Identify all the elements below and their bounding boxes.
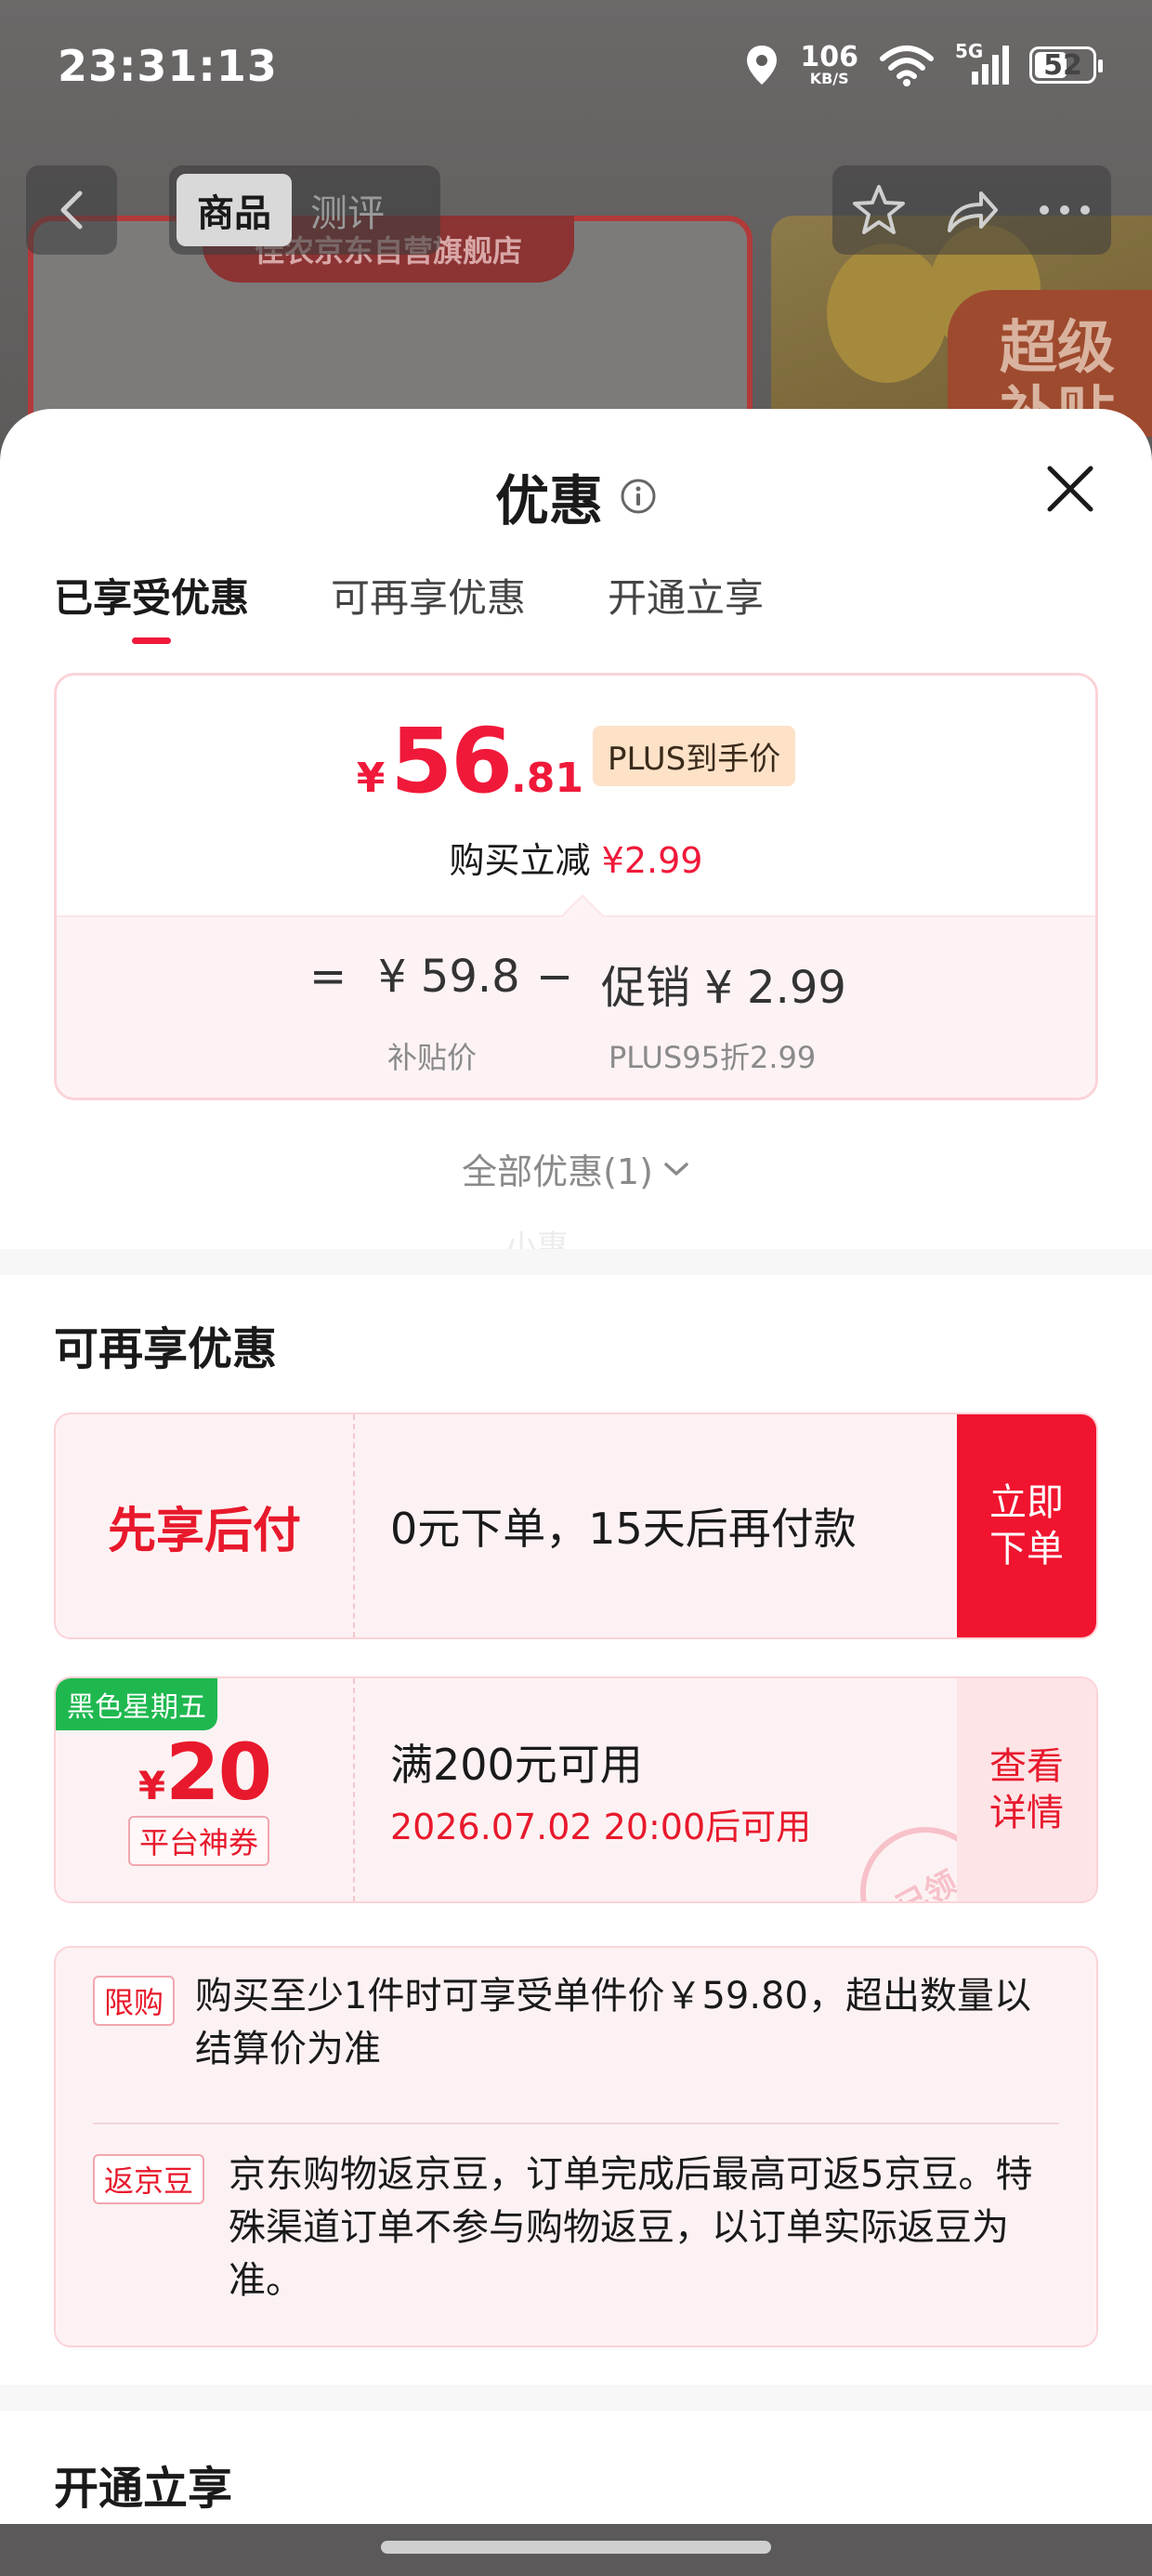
view-details-button[interactable]: 查看详情 bbox=[957, 1678, 1096, 1901]
view-details-label: 查看详情 bbox=[989, 1745, 1064, 1834]
price-decimal: .81 bbox=[511, 755, 583, 802]
price-currency: ¥ bbox=[356, 755, 386, 802]
plus-price-tag: PLUS到手价 bbox=[592, 725, 796, 786]
all-offers-toggle[interactable]: 全部优惠(1) bbox=[0, 1143, 1152, 1194]
instant-reduction: 购买立减 ¥2.99 bbox=[57, 832, 1095, 883]
share-icon[interactable] bbox=[944, 184, 1000, 236]
offer-tabs: 已享受优惠 可再享优惠 开通立享 bbox=[54, 567, 764, 644]
section-divider bbox=[0, 2385, 1152, 2411]
net-speed-unit: KB/S bbox=[809, 70, 849, 87]
chevron-down-icon bbox=[664, 1162, 688, 1176]
order-now-button[interactable]: 立即下单 bbox=[957, 1414, 1096, 1637]
product-tabs: 商品 测评 bbox=[169, 165, 440, 255]
coupon-amount: ¥20 bbox=[56, 1727, 353, 1818]
tab-review[interactable]: 测评 bbox=[310, 183, 385, 237]
rule-divider bbox=[93, 2123, 1059, 2124]
coupon-currency: ¥ bbox=[137, 1763, 166, 1808]
final-price-area: ¥ 56 .81 PLUS到手价 购买立减 ¥2.99 bbox=[57, 676, 1095, 915]
reduction-value: ¥2.99 bbox=[601, 840, 703, 881]
platform-coupon: 黑色星期五 ¥20 平台神券 满200元可用 2026.07.02 20:00后… bbox=[54, 1676, 1098, 1903]
section-divider bbox=[0, 1249, 1152, 1275]
price-breakdown-card: ¥ 56 .81 PLUS到手价 购买立减 ¥2.99 = ¥ 59.8 − 促… bbox=[54, 673, 1098, 1100]
limit-badge: 限购 bbox=[93, 1976, 176, 2026]
tab-product[interactable]: 商品 bbox=[177, 174, 292, 246]
battery-icon: 52 bbox=[1029, 46, 1103, 84]
jd-bean-rule: 返京豆 京东购物返京豆，订单完成后最高可返5京豆。特殊渠道订单不参与购物返豆，以… bbox=[93, 2149, 1061, 2307]
battery-level: 52 bbox=[1043, 48, 1082, 82]
status-icons: 106 KB/S 5G 52 bbox=[744, 37, 1103, 93]
tab-enjoyed-offers[interactable]: 已享受优惠 bbox=[54, 567, 249, 644]
coupon-value-area: 黑色星期五 ¥20 平台神券 bbox=[56, 1678, 353, 1901]
sheet-title: 优惠 bbox=[0, 457, 1152, 535]
jd-bean-rule-text: 京东购物返京豆，订单完成后最高可返5京豆。特殊渠道订单不参与购物返豆，以订单实际… bbox=[229, 2153, 1033, 2302]
tab-more-offers[interactable]: 可再享优惠 bbox=[331, 567, 526, 644]
tab-open-now[interactable]: 开通立享 bbox=[608, 567, 764, 644]
close-icon[interactable] bbox=[1042, 461, 1098, 517]
info-icon[interactable] bbox=[620, 478, 657, 515]
purchase-limit-rule: 限购 购买至少1件时可享受单件价￥59.80，超出数量以结算价为准 bbox=[93, 1970, 1061, 2076]
home-indicator[interactable] bbox=[381, 2541, 771, 2554]
price-integer: 56 bbox=[390, 709, 513, 813]
sheet-title-text: 优惠 bbox=[494, 469, 603, 532]
bnpl-offer: 先享后付 0元下单，15天后再付款 立即下单 bbox=[54, 1413, 1098, 1639]
jd-bean-badge: 返京豆 bbox=[93, 2154, 205, 2204]
product-actions bbox=[832, 165, 1111, 255]
offers-sheet: 优惠 已享受优惠 可再享优惠 开通立享 ¥ 56 .81 PLUS到手价 购买立… bbox=[0, 409, 1152, 2576]
base-price-label: 补贴价 bbox=[387, 1040, 478, 1075]
limit-rule-text: 购买至少1件时可享受单件价￥59.80，超出数量以结算价为准 bbox=[195, 1975, 1031, 2070]
back-arrow-icon bbox=[60, 191, 83, 230]
promo-label: PLUS95折2.99 bbox=[609, 1040, 817, 1075]
minus-sign: − bbox=[536, 951, 574, 1003]
bnpl-label: 先享后付 bbox=[107, 1503, 301, 1559]
bnpl-text: 0元下单，15天后再付款 bbox=[390, 1504, 857, 1554]
order-now-label: 立即下单 bbox=[989, 1481, 1064, 1571]
more-icon[interactable] bbox=[1037, 201, 1093, 219]
coupon-type-tag: 平台神券 bbox=[128, 1816, 270, 1866]
coupon-valid-time: 2026.07.02 20:00后可用 bbox=[390, 1806, 812, 1847]
more-offers-title: 可再享优惠 bbox=[54, 1323, 278, 1375]
coupon-amount-value: 20 bbox=[165, 1727, 272, 1818]
promo-value: 促销 ¥ 2.99 bbox=[601, 962, 846, 1014]
black-friday-tag: 黑色星期五 bbox=[56, 1678, 217, 1730]
coupon-details: 满200元可用 2026.07.02 20:00后可用 bbox=[390, 1678, 811, 1901]
bnpl-label-area: 先享后付 bbox=[56, 1414, 353, 1637]
mango-shape bbox=[827, 243, 948, 383]
net-speed-value: 106 bbox=[800, 41, 858, 73]
final-price: ¥ 56 .81 bbox=[357, 709, 583, 813]
cellular-signal-icon: 5G bbox=[955, 40, 1009, 86]
equals-sign: = bbox=[309, 951, 347, 1003]
coupon-condition: 满200元可用 bbox=[390, 1739, 643, 1790]
location-icon bbox=[747, 46, 778, 85]
wifi-icon bbox=[880, 46, 934, 86]
product-page-background: 佳农京东自营旗舰店 超级补贴 23:31:13 106 KB/S bbox=[0, 0, 1152, 437]
claimed-stamp-text: 已领 bbox=[890, 1863, 964, 1903]
purchase-rules: 限购 购买至少1件时可享受单件价￥59.80，超出数量以结算价为准 返京豆 京东… bbox=[54, 1946, 1098, 2347]
price-calculation: = ¥ 59.8 − 促销 ¥ 2.99 补贴价 PLUS95折2.99 bbox=[57, 915, 1095, 1097]
bnpl-description: 0元下单，15天后再付款 bbox=[390, 1414, 857, 1637]
all-offers-label: 全部优惠(1) bbox=[462, 1151, 653, 1192]
net-speed: 106 KB/S bbox=[800, 44, 858, 86]
reduction-label: 购买立减 bbox=[449, 840, 591, 881]
open-now-title: 开通立享 bbox=[54, 2463, 233, 2515]
star-icon[interactable] bbox=[851, 183, 907, 237]
status-time: 23:31:13 bbox=[58, 41, 278, 91]
status-bar: 23:31:13 106 KB/S 5G 52 bbox=[0, 0, 1152, 139]
back-button[interactable] bbox=[26, 165, 117, 255]
base-price-value: ¥ 59.8 bbox=[378, 951, 520, 1003]
